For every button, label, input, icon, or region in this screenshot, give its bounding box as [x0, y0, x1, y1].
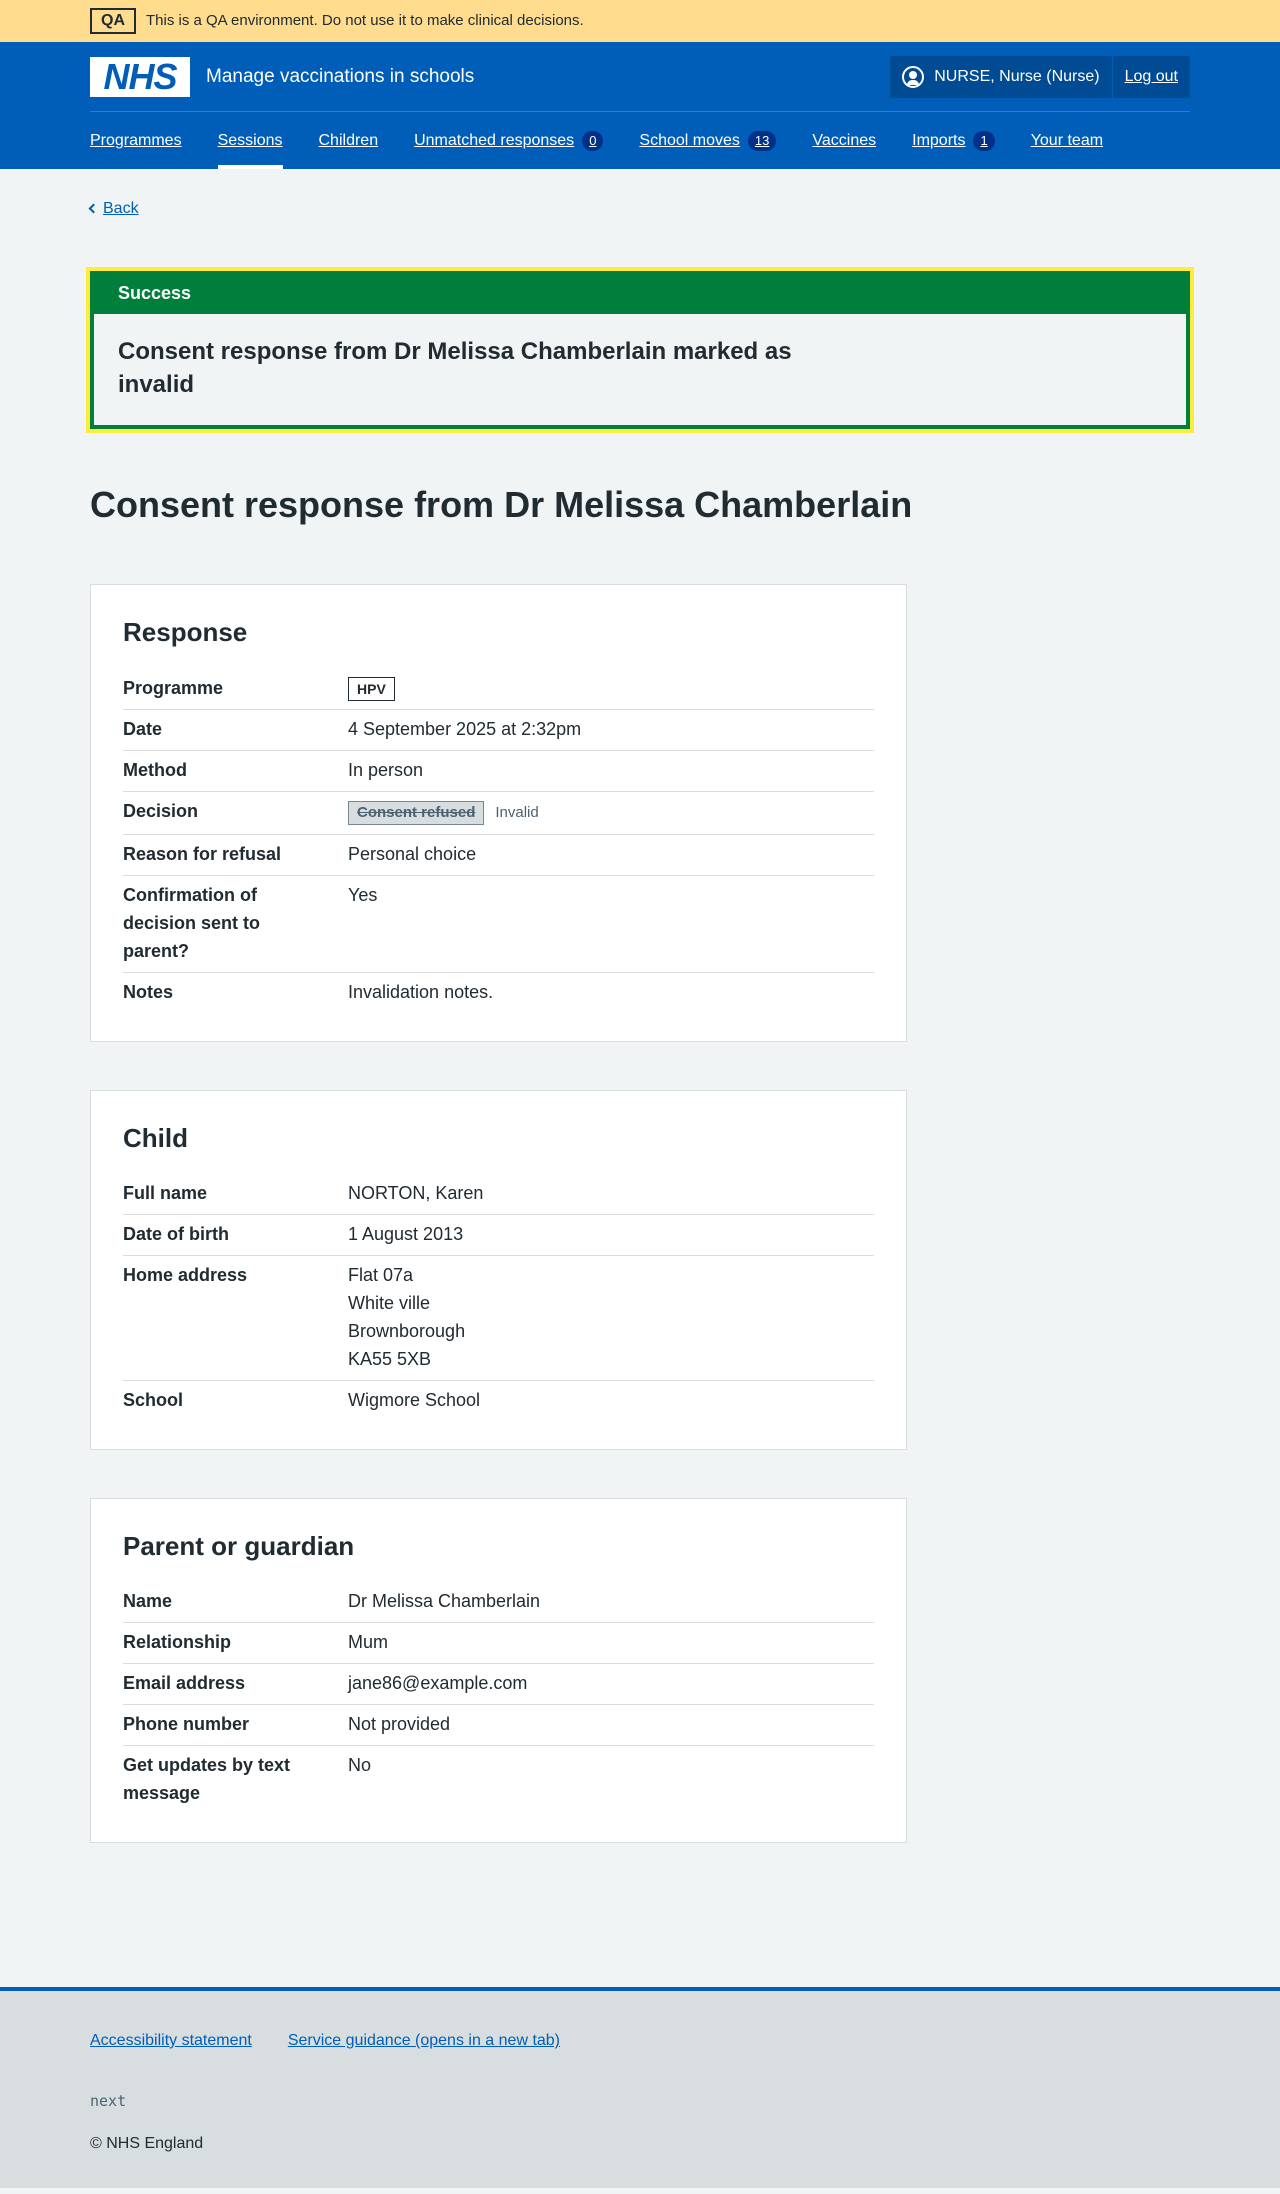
- summary-row: Decision Consent refused Invalid: [123, 792, 874, 835]
- summary-row: Get updates by text message No: [123, 1754, 372, 1803]
- accessibility-statement-link[interactable]: Accessibility statement: [90, 2029, 252, 2053]
- response-card: Response Programme HPV Date 4 September …: [90, 584, 907, 1042]
- nav-your-team[interactable]: Your team: [1031, 112, 1103, 169]
- parent-card: Parent or guardian Name Dr Melissa Chamb…: [90, 1497, 907, 1843]
- home-address: Flat 07a White ville Brownborough KA55 5…: [348, 1264, 466, 1369]
- nav-children[interactable]: Children: [319, 112, 379, 169]
- site-footer: Accessibility statement Service guidance…: [0, 1986, 1280, 2188]
- summary-row: Home address Flat 07a White ville Brownb…: [123, 1256, 874, 1381]
- child-card: Child Full name NORTON, Karen Date of bi…: [90, 1089, 907, 1450]
- summary-row: Date 4 September 2025 at 2:32pm: [123, 710, 874, 751]
- home-link[interactable]: NHS Manage vaccinations in schools: [90, 56, 475, 97]
- site-header: NHS Manage vaccinations in schools NURSE…: [0, 42, 1280, 169]
- user-icon: [902, 65, 925, 88]
- logout-link[interactable]: Log out: [1113, 56, 1190, 98]
- nav-vaccines[interactable]: Vaccines: [812, 112, 876, 169]
- success-message: Consent response from Dr Melissa Chamber…: [118, 338, 792, 398]
- summary-row: School Wigmore School: [123, 1389, 481, 1410]
- service-name: Manage vaccinations in schools: [206, 65, 475, 87]
- nav-imports[interactable]: Imports 1: [912, 112, 995, 169]
- unmatched-count-badge: 0: [582, 130, 604, 151]
- service-guidance-link[interactable]: Service guidance (opens in a new tab): [288, 2029, 560, 2053]
- success-banner: Success Consent response from Dr Melissa…: [86, 266, 1194, 434]
- main-content: Back Success Consent response from Dr Me…: [86, 169, 1194, 1987]
- decision-tag: Consent refused: [348, 800, 485, 825]
- summary-row: Relationship Mum: [123, 1623, 874, 1664]
- account-menu: NURSE, Nurse (Nurse) Log out: [890, 55, 1190, 98]
- nav-sessions[interactable]: Sessions: [217, 112, 283, 169]
- app-version: next: [90, 2092, 127, 2111]
- summary-row: Phone number Not provided: [123, 1705, 874, 1746]
- summary-row: Notes Invalidation notes.: [123, 981, 494, 1002]
- summary-row: Email address jane86@example.com: [123, 1664, 874, 1705]
- qa-banner: QA This is a QA environment. Do not use …: [0, 0, 1280, 42]
- qa-message: This is a QA environment. Do not use it …: [146, 11, 584, 29]
- summary-row: Date of birth 1 August 2013: [123, 1215, 874, 1256]
- nav-programmes[interactable]: Programmes: [90, 112, 182, 169]
- nav-school-moves[interactable]: School moves 13: [639, 112, 777, 169]
- back-link[interactable]: Back: [88, 197, 139, 221]
- programme-tag: HPV: [348, 676, 395, 701]
- nhs-logo: NHS: [90, 56, 190, 97]
- response-heading: Response: [123, 617, 248, 648]
- summary-row: Reason for refusal Personal choice: [123, 835, 874, 876]
- child-heading: Child: [123, 1122, 188, 1153]
- summary-row: Confirmation of decision sent to parent?…: [123, 876, 874, 973]
- success-heading: Success: [94, 274, 1186, 315]
- imports-count-badge: 1: [973, 130, 995, 151]
- school-moves-count-badge: 13: [747, 130, 777, 151]
- summary-row: Full name NORTON, Karen: [123, 1174, 874, 1215]
- chevron-left-icon: [88, 203, 99, 214]
- copyright: © NHS England: [90, 2135, 204, 2153]
- parent-heading: Parent or guardian: [123, 1530, 355, 1561]
- user-name: NURSE, Nurse (Nurse): [934, 67, 1100, 85]
- primary-nav: Programmes Sessions Children Unmatched r…: [90, 112, 1190, 169]
- invalid-status: Invalid: [495, 803, 539, 821]
- summary-row: Name Dr Melissa Chamberlain: [123, 1582, 874, 1623]
- qa-tag: QA: [90, 8, 136, 34]
- summary-row: Programme HPV: [123, 669, 874, 710]
- page-title: Consent response from Dr Melissa Chamber…: [90, 484, 913, 526]
- nav-unmatched-responses[interactable]: Unmatched responses 0: [414, 112, 604, 169]
- summary-row: Method In person: [123, 751, 874, 792]
- account-user: NURSE, Nurse (Nurse): [890, 55, 1113, 98]
